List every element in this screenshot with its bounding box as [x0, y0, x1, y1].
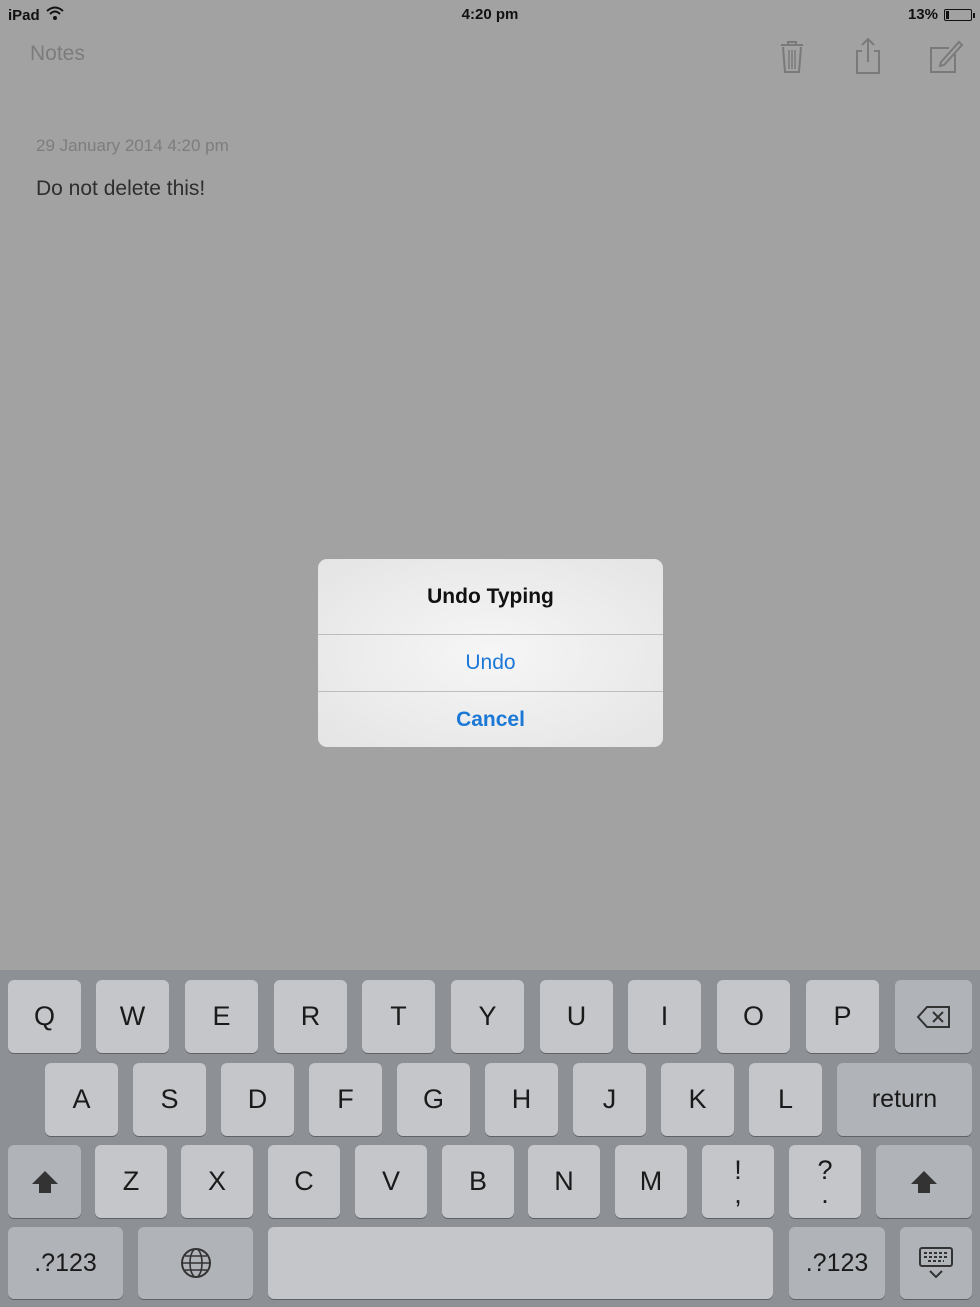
compose-icon[interactable]: [925, 36, 965, 76]
key-r[interactable]: R: [274, 980, 347, 1053]
status-time: 4:20 pm: [461, 6, 519, 23]
key-exclamation-comma[interactable]: ! ,: [702, 1145, 774, 1218]
globe-icon: [180, 1247, 212, 1279]
note-body[interactable]: Do not delete this!: [36, 177, 205, 201]
key-i[interactable]: I: [628, 980, 701, 1053]
status-bar: iPad 4:20 pm 13%: [0, 0, 980, 30]
shift-key-left[interactable]: [8, 1145, 81, 1218]
key-top-char: ?: [817, 1154, 833, 1185]
globe-key[interactable]: [138, 1227, 253, 1299]
key-g[interactable]: G: [397, 1063, 470, 1136]
status-right: 13%: [907, 6, 975, 23]
key-question-period[interactable]: ? .: [789, 1145, 861, 1218]
key-t[interactable]: T: [362, 980, 435, 1053]
alert-title: Undo Typing: [427, 585, 554, 608]
key-d[interactable]: D: [221, 1063, 294, 1136]
key-e[interactable]: E: [185, 980, 258, 1053]
space-key[interactable]: [268, 1227, 773, 1299]
key-p[interactable]: P: [806, 980, 879, 1053]
key-q[interactable]: Q: [8, 980, 81, 1053]
numbers-key-right[interactable]: .?123: [789, 1227, 885, 1299]
key-v[interactable]: V: [355, 1145, 427, 1218]
key-j[interactable]: J: [573, 1063, 646, 1136]
backspace-key[interactable]: [895, 980, 972, 1053]
key-u[interactable]: U: [540, 980, 613, 1053]
hide-keyboard-key[interactable]: [900, 1227, 972, 1299]
key-n[interactable]: N: [528, 1145, 600, 1218]
share-icon[interactable]: [848, 36, 888, 76]
key-s[interactable]: S: [133, 1063, 206, 1136]
battery-percent: 13%: [907, 6, 938, 23]
shift-key-right[interactable]: [876, 1145, 972, 1218]
key-bottom-char: .: [821, 1178, 829, 1209]
undo-alert-dialog: Undo Typing Undo Cancel: [318, 559, 663, 747]
key-f[interactable]: F: [309, 1063, 382, 1136]
battery-icon: [944, 8, 975, 21]
note-date: 29 January 2014 4:20 pm: [36, 136, 229, 155]
key-c[interactable]: C: [268, 1145, 340, 1218]
shift-icon: [909, 1169, 939, 1195]
key-h[interactable]: H: [485, 1063, 558, 1136]
back-notes-button[interactable]: Notes: [30, 42, 85, 66]
undo-button[interactable]: Undo: [318, 634, 663, 691]
key-b[interactable]: B: [442, 1145, 514, 1218]
key-x[interactable]: X: [181, 1145, 253, 1218]
key-m[interactable]: M: [615, 1145, 687, 1218]
key-a[interactable]: A: [45, 1063, 118, 1136]
key-w[interactable]: W: [96, 980, 169, 1053]
key-k[interactable]: K: [661, 1063, 734, 1136]
keyboard: Q W E R T Y U I O P A S D F G H J K L re…: [0, 970, 980, 1307]
keyboard-hide-icon: [918, 1246, 954, 1280]
key-z[interactable]: Z: [95, 1145, 167, 1218]
numbers-key-left[interactable]: .?123: [8, 1227, 123, 1299]
key-bottom-char: ,: [734, 1178, 742, 1209]
cancel-button[interactable]: Cancel: [318, 691, 663, 747]
key-y[interactable]: Y: [451, 980, 524, 1053]
shift-icon: [30, 1169, 60, 1195]
key-o[interactable]: O: [717, 980, 790, 1053]
nav-bar: Notes: [0, 30, 980, 90]
return-key[interactable]: return: [837, 1063, 972, 1136]
trash-icon[interactable]: [772, 36, 812, 76]
key-l[interactable]: L: [749, 1063, 822, 1136]
backspace-icon: [916, 1005, 952, 1029]
key-top-char: !: [734, 1154, 742, 1185]
